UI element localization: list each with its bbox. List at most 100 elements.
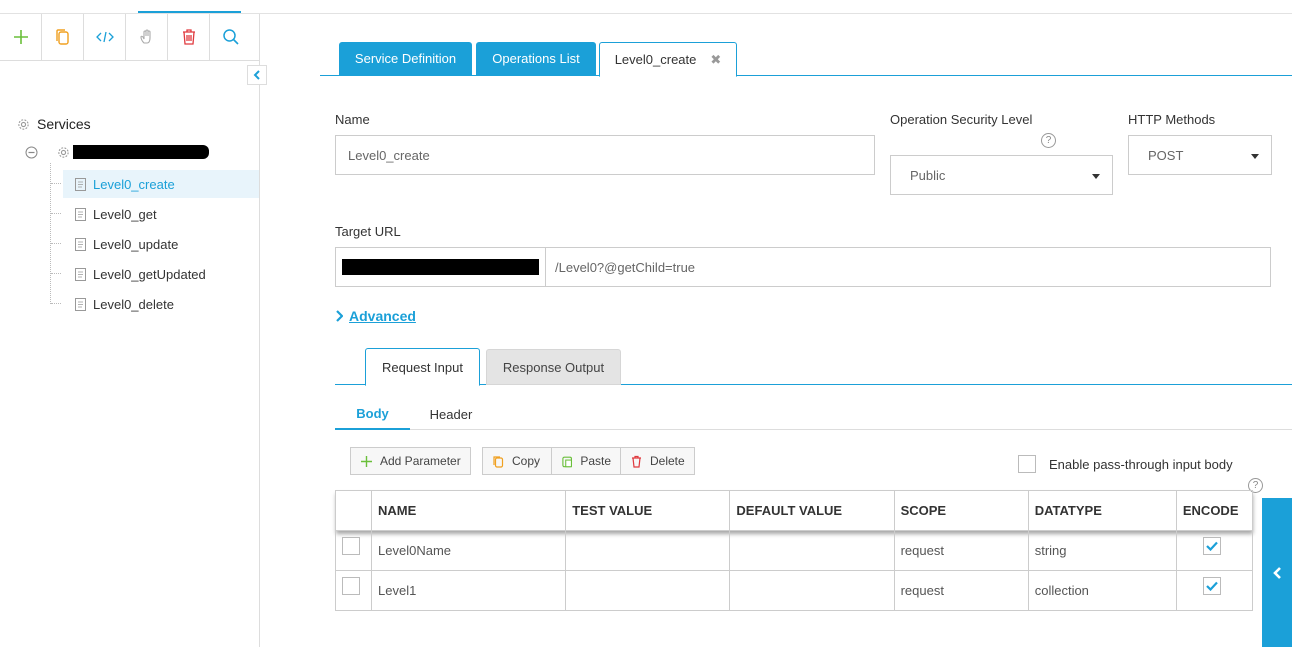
tab-request-input[interactable]: Request Input [365, 348, 480, 386]
tree-item-level0-delete[interactable]: Level0_delete [63, 290, 259, 318]
tree-item-level0-create[interactable]: Level0_create [63, 170, 259, 198]
tree-item-label: Level0_delete [93, 296, 174, 312]
search-button[interactable] [210, 14, 252, 60]
security-level-value: Public [910, 167, 946, 183]
name-label: Name [335, 112, 370, 127]
target-url-path: /Level0?@getChild=true [555, 259, 696, 275]
target-url-field[interactable]: /Level0?@getChild=true [335, 247, 1271, 287]
expand-right-panel-button[interactable] [1262, 498, 1292, 647]
passthrough-label: Enable pass-through input body [1049, 456, 1233, 472]
target-url-host [336, 248, 546, 286]
tab-header[interactable]: Header [419, 399, 483, 429]
redacted-service-name [73, 145, 209, 159]
collapse-node-icon[interactable] [25, 146, 38, 159]
gear-icon [58, 146, 69, 158]
tree-tick [51, 303, 61, 304]
document-icon [75, 237, 86, 251]
code-button[interactable] [84, 14, 126, 60]
trash-icon [632, 455, 641, 468]
tab-label: Header [429, 406, 473, 422]
cell-datatype[interactable]: string [1027, 530, 1177, 571]
cell-name[interactable]: Level0Name [371, 530, 567, 571]
button-label: Paste [580, 454, 611, 468]
tree-item-level0-get[interactable]: Level0_get [63, 200, 259, 228]
tab-operations-list[interactable]: Operations List [476, 42, 596, 75]
test-button[interactable] [126, 14, 168, 60]
row-checkbox[interactable] [342, 577, 360, 595]
table-row[interactable]: Level0Name request string [334, 530, 1254, 571]
tab-label: Body [356, 406, 389, 421]
close-tab-icon[interactable]: ✖ [710, 52, 721, 68]
tab-label: Response Output [502, 359, 605, 375]
tree-tick [51, 183, 61, 184]
tab-response-output[interactable]: Response Output [486, 349, 621, 385]
tab-body[interactable]: Body [335, 399, 410, 430]
code-icon [95, 31, 114, 43]
cell-test-value[interactable] [565, 530, 731, 571]
passthrough-checkbox[interactable] [1018, 455, 1036, 473]
column-header-name: NAME [371, 490, 567, 531]
copy-button[interactable] [42, 14, 84, 60]
cell-scope[interactable]: request [893, 570, 1029, 611]
copy-icon [493, 455, 504, 468]
http-methods-select[interactable]: POST [1128, 135, 1272, 175]
row-select-cell [334, 570, 373, 611]
copy-parameter-button[interactable]: Copy [482, 447, 552, 475]
body-header-tabs: Body Header [335, 399, 1292, 430]
cell-test-value[interactable] [565, 570, 731, 611]
redacted-host [342, 259, 539, 275]
cell-default-value[interactable] [729, 570, 895, 611]
sidebar-toolbar [0, 14, 259, 61]
tree-root-services[interactable]: Services [17, 116, 91, 132]
tree-item-label: Level0_create [93, 176, 175, 192]
advanced-toggle[interactable]: Advanced [335, 308, 416, 324]
add-button[interactable] [0, 14, 42, 60]
gear-icon [18, 118, 29, 130]
document-icon [75, 207, 86, 221]
parameters-table: NAME TEST VALUE DEFAULT VALUE SCOPE DATA… [334, 490, 1254, 611]
trash-icon [182, 29, 195, 45]
tab-level0-create[interactable]: Level0_create ✖ [599, 42, 737, 77]
security-level-select[interactable]: Public [890, 155, 1113, 195]
editor-tabs: Service Definition Operations List Level… [320, 42, 1292, 77]
table-row[interactable]: Level1 request collection [334, 570, 1254, 611]
name-field-value: Level0_create [348, 147, 430, 163]
table-header-row: NAME TEST VALUE DEFAULT VALUE SCOPE DATA… [334, 490, 1254, 531]
tree-root-label: Services [37, 116, 91, 132]
target-url-label: Target URL [335, 224, 401, 239]
cell-name[interactable]: Level1 [371, 570, 567, 611]
column-header-datatype: DATATYPE [1027, 490, 1177, 531]
paste-parameter-button[interactable]: Paste [551, 447, 621, 475]
add-parameter-button[interactable]: Add Parameter [350, 447, 471, 475]
tree-item-level0-getupdated[interactable]: Level0_getUpdated [63, 260, 259, 288]
cell-datatype[interactable]: collection [1027, 570, 1177, 611]
cell-default-value[interactable] [729, 530, 895, 571]
hand-icon [139, 29, 151, 44]
passthrough-option: Enable pass-through input body [1018, 455, 1233, 473]
encode-checkbox[interactable] [1202, 537, 1221, 555]
name-field[interactable]: Level0_create [335, 135, 875, 175]
encode-checkbox[interactable] [1202, 577, 1221, 595]
tree-item-level0-update[interactable]: Level0_update [63, 230, 259, 258]
collapse-sidebar-button[interactable] [247, 65, 267, 85]
row-select-cell [334, 530, 373, 571]
help-icon[interactable]: ? [1041, 133, 1056, 148]
tab-label: Level0_create [614, 52, 697, 67]
column-header-default-value: DEFAULT VALUE [729, 490, 895, 531]
delete-parameter-button[interactable]: Delete [620, 447, 695, 475]
document-icon [75, 297, 86, 311]
chevron-left-icon [1273, 566, 1281, 579]
select-column-header [334, 490, 373, 531]
delete-button[interactable] [168, 14, 210, 60]
copy-icon [55, 29, 69, 45]
plus-icon [13, 30, 28, 44]
tree-service-node[interactable] [25, 145, 209, 159]
caret-down-icon [1251, 154, 1259, 159]
checkmark-icon [1206, 541, 1218, 551]
cell-scope[interactable]: request [893, 530, 1029, 571]
row-checkbox[interactable] [342, 537, 360, 555]
http-methods-value: POST [1148, 147, 1184, 163]
tree-guide-line [50, 163, 51, 304]
tab-service-definition[interactable]: Service Definition [339, 42, 472, 75]
caret-down-icon [1092, 174, 1100, 179]
